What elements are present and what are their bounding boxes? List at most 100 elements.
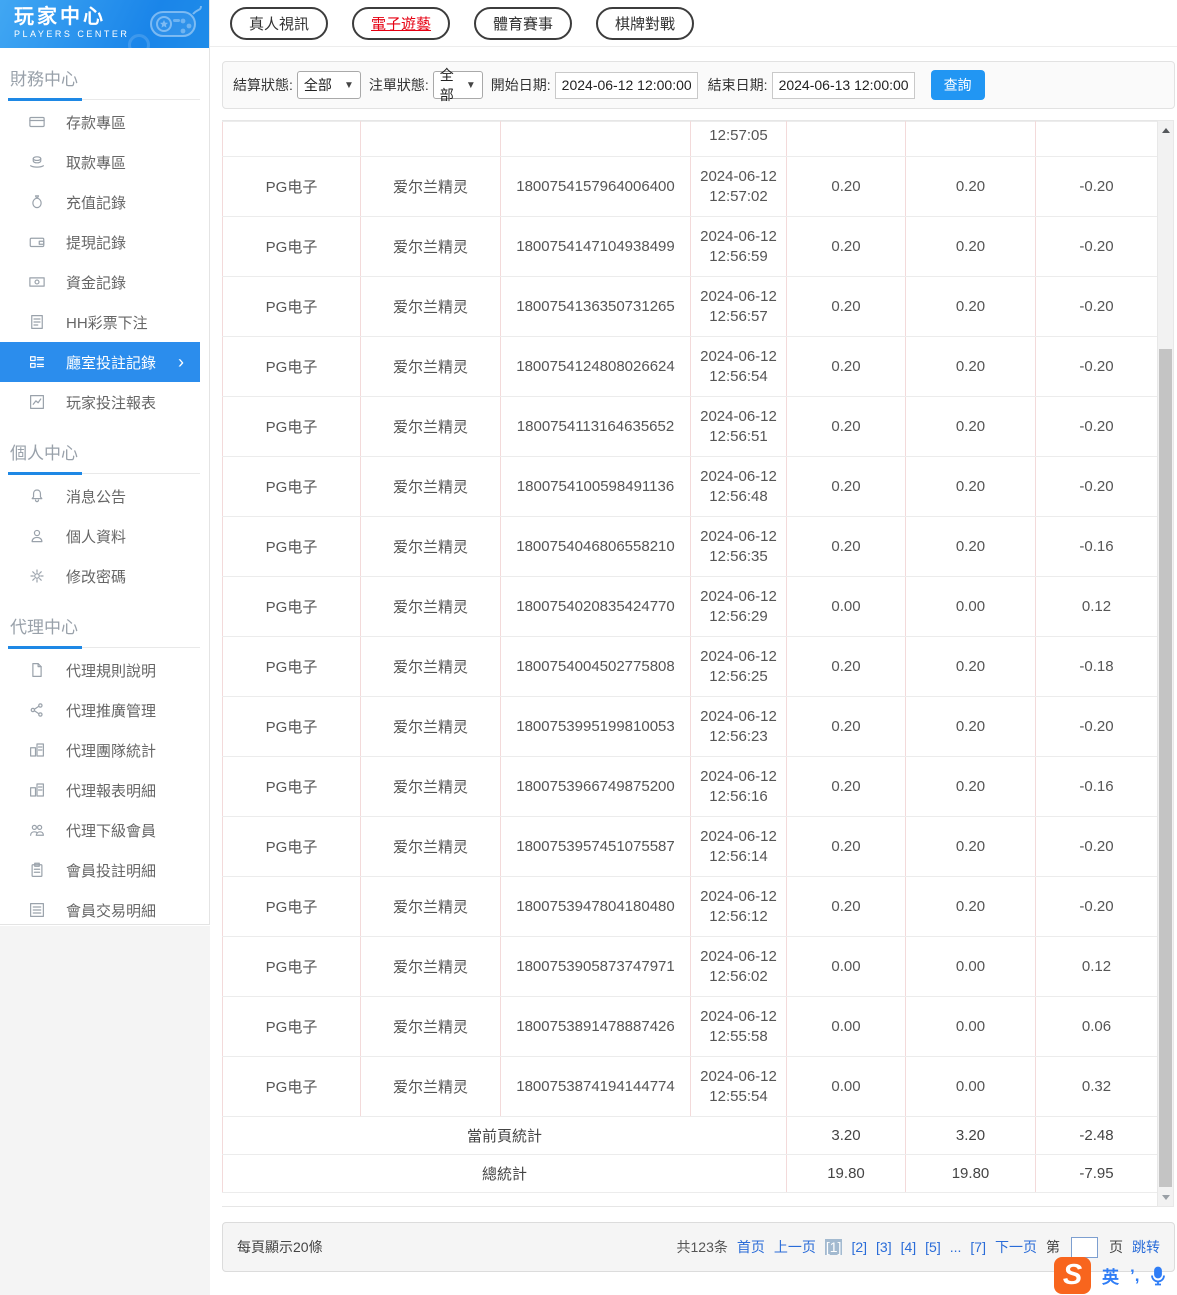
sidebar-item-label: 個人資料 xyxy=(66,528,127,546)
cell-win-loss: -0.20 xyxy=(1035,216,1157,277)
search-button[interactable]: 查詢 xyxy=(930,70,985,100)
cell-datetime: 2024-06-12 12:56:29 xyxy=(690,576,787,637)
page-link[interactable]: 首页 xyxy=(737,1237,765,1257)
scrollbar-thumb[interactable] xyxy=(1159,349,1172,1187)
tab-真人視訊[interactable]: 真人視訊 xyxy=(230,6,329,40)
page-link[interactable]: [2] xyxy=(851,1239,867,1255)
clipboard-icon xyxy=(28,861,46,879)
summary-label: 總統計 xyxy=(222,1154,787,1193)
table-row: PG电子 爱尔兰精灵 1800753874194144774 2024-06-12 12… xyxy=(222,1056,1157,1117)
sidebar-item[interactable]: 代理團隊統計 xyxy=(0,730,209,770)
sidebar-item[interactable]: 廳室投註記錄 › xyxy=(0,342,200,382)
cell-win-loss: -0.20 xyxy=(1035,696,1157,757)
cell-valid-bet: 0.20 xyxy=(905,456,1036,517)
cell-game: 爱尔兰精灵 xyxy=(360,996,501,1057)
cell-game: 爱尔兰精灵 xyxy=(360,696,501,757)
cell-bet: 0.20 xyxy=(786,696,906,757)
moneybag-icon xyxy=(28,193,46,211)
microphone-icon[interactable] xyxy=(1150,1266,1166,1286)
cell-bet: 0.20 xyxy=(786,876,906,937)
sidebar-item[interactable]: 會員投註明細 xyxy=(0,850,209,890)
cell-win-loss: -0.20 xyxy=(1035,336,1157,397)
chevron-down-icon: ▼ xyxy=(465,79,476,91)
cell-platform: PG电子 xyxy=(222,756,361,817)
cell-platform: PG电子 xyxy=(222,936,361,997)
document-icon xyxy=(28,313,46,331)
jump-button[interactable]: 跳转 xyxy=(1132,1237,1160,1257)
sidebar-item-label: 代理推廣管理 xyxy=(66,702,157,720)
sidebar-item[interactable]: 玩家投注報表 xyxy=(0,382,209,422)
table-row: PG电子 爱尔兰精灵 1800754157964006400 2024-06-12 12… xyxy=(222,156,1157,217)
bet-table-body: 12:57:05 PG电子 爱尔兰精灵 1800754157964006400 2024… xyxy=(222,121,1157,1193)
bell-icon xyxy=(28,487,46,505)
page-link[interactable]: 上一页 xyxy=(774,1237,816,1257)
sidebar-item[interactable]: 代理推廣管理 xyxy=(0,690,209,730)
table-row: PG电子 爱尔兰精灵 1800754124808026624 2024-06-12 12… xyxy=(222,336,1157,397)
cell-order-id: 1800754100598491136 xyxy=(500,456,691,517)
table-row: PG电子 爱尔兰精灵 1800754004502775808 2024-06-12 12… xyxy=(222,636,1157,697)
tab-體育賽事[interactable]: 體育賽事 xyxy=(474,6,573,40)
cell-datetime: 2024-06-12 12:56:12 xyxy=(690,876,787,937)
scroll-down-arrow-icon[interactable] xyxy=(1158,1189,1173,1205)
sidebar-item[interactable]: 會員交易明細 xyxy=(0,890,209,930)
settle-status-select[interactable]: 全部 ▼ xyxy=(296,71,361,99)
cell-order-id: 1800753874194144774 xyxy=(500,1056,691,1117)
page-jump-input[interactable] xyxy=(1071,1236,1098,1258)
summary-valid-bet: 19.80 xyxy=(905,1154,1036,1193)
page-current[interactable]: [1] xyxy=(824,1239,843,1255)
page-links: 首页 上一页 [1] [2] [3] [4] [5]... [7] 下一页 xyxy=(737,1237,1037,1257)
sidebar-item[interactable]: 個人資料 xyxy=(0,516,209,556)
sidebar-item[interactable]: 資金記錄 xyxy=(0,262,209,302)
cell-bet: 0.00 xyxy=(786,1056,906,1117)
tab-電子遊藝[interactable]: 電子遊藝 xyxy=(352,6,451,40)
sogou-logo[interactable]: S xyxy=(1054,1257,1091,1294)
tab-棋牌對戰[interactable]: 棋牌對戰 xyxy=(596,6,695,40)
page-link[interactable]: ... xyxy=(950,1239,962,1255)
cell-bet: 0.20 xyxy=(786,756,906,817)
sidebar-item-label: 玩家投注報表 xyxy=(66,394,157,412)
end-date-input[interactable] xyxy=(771,71,915,99)
page-link[interactable]: [3] xyxy=(876,1239,892,1255)
sidebar-item[interactable]: 提現記錄 xyxy=(0,222,209,262)
sidebar-item-label: 代理團隊統計 xyxy=(66,742,157,760)
per-page-text: 每頁顯示20條 xyxy=(237,1239,323,1255)
sidebar-item-label: 代理報表明細 xyxy=(66,782,157,800)
page-link[interactable]: [5] xyxy=(925,1239,941,1255)
summary-win-loss: -7.95 xyxy=(1035,1154,1157,1193)
sidebar-item[interactable]: 代理下級會員 xyxy=(0,810,209,850)
list-grid-icon xyxy=(28,353,46,371)
sidebar-item[interactable]: 存款專區 xyxy=(0,102,209,142)
sidebar-item[interactable]: HH彩票下注 xyxy=(0,302,209,342)
cell-order-id: 1800753905873747971 xyxy=(500,936,691,997)
table-scrollbar[interactable] xyxy=(1157,120,1174,1207)
cell-order-id: 1800754020835424770 xyxy=(500,576,691,637)
cell-bet: 0.20 xyxy=(786,636,906,697)
start-date-label: 開始日期: xyxy=(490,77,551,93)
cell-valid-bet: 0.00 xyxy=(905,1056,1036,1117)
sidebar-item[interactable]: 消息公告 xyxy=(0,476,209,516)
sidebar: 玩家中心 PLAYERS CENTER 財務中心 存款專區 取款專區 充值記錄 提現記錄… xyxy=(0,0,210,925)
cell-win-loss xyxy=(1035,121,1157,157)
sidebar-item[interactable]: 代理報表明細 xyxy=(0,770,209,810)
ime-punctuation-toggle[interactable]: ’, xyxy=(1130,1266,1139,1286)
scroll-up-arrow-icon[interactable] xyxy=(1158,122,1173,138)
cell-valid-bet: 0.00 xyxy=(905,996,1036,1057)
cell-win-loss: -0.20 xyxy=(1035,816,1157,877)
sidebar-item[interactable]: 充值記錄 xyxy=(0,182,209,222)
sidebar-item[interactable]: 修改密碼 xyxy=(0,556,209,596)
cell-game: 爱尔兰精灵 xyxy=(360,636,501,697)
filter-bar: 結算狀態: 全部 ▼ 注單狀態: 全部 ▼ 開始日期: 結束日期: 查詢 xyxy=(222,61,1175,109)
page-link[interactable]: [7] xyxy=(970,1239,986,1255)
page-link[interactable]: 下一页 xyxy=(995,1237,1037,1257)
cell-bet: 0.20 xyxy=(786,396,906,457)
tab-label: 真人視訊 xyxy=(249,15,310,33)
start-date-input[interactable] xyxy=(554,71,698,99)
section-title: 財務中心 xyxy=(8,65,200,101)
sidebar-item[interactable]: 取款專區 xyxy=(0,142,209,182)
sidebar-item-label: 資金記錄 xyxy=(66,274,127,292)
page-link[interactable]: [4] xyxy=(901,1239,917,1255)
order-status-select[interactable]: 全部 ▼ xyxy=(432,67,483,103)
summary-valid-bet: 3.20 xyxy=(905,1116,1036,1155)
ime-language-toggle[interactable]: 英 xyxy=(1102,1263,1119,1288)
sidebar-item[interactable]: 代理規則說明 xyxy=(0,650,209,690)
